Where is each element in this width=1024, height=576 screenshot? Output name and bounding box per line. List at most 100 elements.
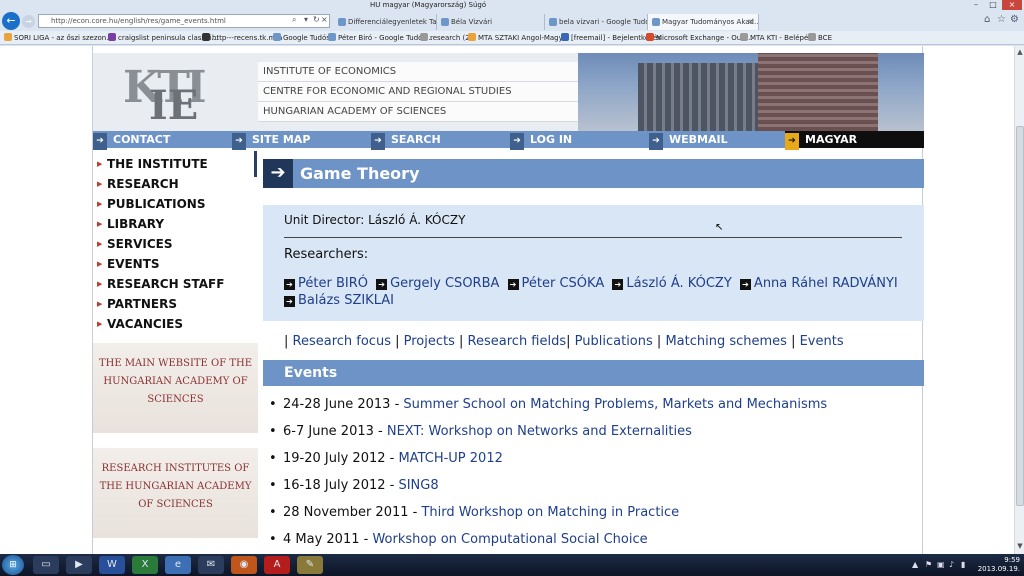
back-button[interactable]: ←	[2, 12, 20, 30]
sidebar-item-library[interactable]: ▶ LIBRARY	[93, 214, 258, 234]
mail-icon[interactable]: ✉	[198, 556, 224, 574]
list-item: • 6-7 June 2013 - NEXT: Workshop on Netwo…	[267, 423, 917, 450]
event-link[interactable]: SING8	[398, 478, 438, 493]
network-icon[interactable]: ▣	[937, 560, 945, 569]
firefox-icon[interactable]: ◉	[231, 556, 257, 574]
site-container: KTI IE INSTITUTE OF ECONOMICS CENTRE FOR…	[92, 46, 924, 554]
sidebar-item-events[interactable]: ▶ EVENTS	[93, 254, 258, 274]
tab-magyar-tudomanyos[interactable]: Magyar Tudományos Akad... ×	[648, 14, 759, 30]
dropdown-icon[interactable]: ▾	[304, 15, 308, 24]
researcher-link[interactable]: Anna Ráhel RADVÁNYI	[754, 276, 898, 291]
scroll-down-icon[interactable]: ▼	[1015, 542, 1024, 550]
pdf-reader-icon[interactable]: A	[264, 556, 290, 574]
favorite-link[interactable]: SORI LIGA - az őszi szezon...	[4, 31, 113, 45]
event-link[interactable]: MATCH-UP 2012	[398, 451, 502, 466]
flag-icon[interactable]: ⚑	[925, 560, 932, 569]
promo-main-website[interactable]: THE MAIN WEBSITE OF THE HUNGARIAN ACADEM…	[93, 343, 258, 433]
bullet-icon: •	[269, 478, 277, 493]
researcher-link[interactable]: Gergely CSORBA	[390, 276, 499, 291]
bullet-icon: •	[269, 505, 277, 520]
clock-date: 2013.09.19.	[977, 565, 1020, 573]
internet-explorer-icon[interactable]: e	[165, 556, 191, 574]
favorite-link[interactable]: Google Tudós	[273, 31, 330, 45]
sidebar-item-vacancies[interactable]: ▶ VACANCIES	[93, 314, 258, 334]
favorite-link[interactable]: BCE	[808, 31, 832, 45]
arrow-right-icon: ➔	[232, 133, 246, 150]
staff-box: Unit Director: László Á. KÓCZY Researche…	[263, 205, 924, 321]
help-label[interactable]: Súgó	[469, 1, 487, 9]
sidebar-item-publications[interactable]: ▶ PUBLICATIONS	[93, 194, 258, 214]
arrow-right-icon: ➔	[284, 296, 295, 307]
favicon-icon	[108, 33, 116, 41]
nav-magyar[interactable]: ➔ MAGYAR	[785, 131, 924, 150]
promo-research-institutes[interactable]: RESEARCH INSTITUTES OF THE HUNGARIAN ACA…	[93, 448, 258, 538]
researcher-link[interactable]: Balázs SZIKLAI	[298, 293, 394, 308]
sidebar-item-partners[interactable]: ▶ PARTNERS	[93, 294, 258, 314]
scroll-up-icon[interactable]: ▲	[1015, 48, 1024, 56]
favorite-link[interactable]: MTA KTI - Belépés	[740, 31, 812, 45]
paint-icon[interactable]: ✎	[297, 556, 323, 574]
event-link[interactable]: Third Workshop on Matching in Practice	[421, 505, 679, 520]
bullet-icon: ▶	[97, 280, 103, 288]
word-icon[interactable]: W	[99, 556, 125, 574]
address-text: http://econ.core.hu/english/res/game_eve…	[51, 17, 226, 25]
power-icon[interactable]: ▮	[961, 560, 965, 569]
explorer-icon[interactable]: ▭	[33, 556, 59, 574]
favorite-link[interactable]: research (2)	[420, 31, 472, 45]
events-title: Events	[284, 365, 338, 381]
subnav-matching-schemes[interactable]: Matching schemes	[665, 334, 787, 349]
start-button[interactable]: ⊞	[2, 555, 24, 575]
favorite-link[interactable]: http---recens.tk.mta	[202, 31, 282, 45]
event-link[interactable]: Summer School on Matching Problems, Mark…	[403, 397, 827, 412]
tab-differencialegyenletek[interactable]: Differenciálegyenletek Tanszék	[334, 14, 437, 30]
list-item: • 19-20 July 2012 - MATCH-UP 2012	[267, 450, 917, 477]
favorite-link[interactable]: Péter Biró - Google Tudós...	[328, 31, 433, 45]
researcher-link[interactable]: Péter CSÓKA	[522, 276, 605, 291]
subnav-events[interactable]: Events	[800, 334, 844, 349]
nav-log-in[interactable]: ➔ LOG IN	[510, 131, 572, 150]
maximize-icon[interactable]: □	[985, 0, 1001, 10]
excel-icon[interactable]: X	[132, 556, 158, 574]
search-icon[interactable]: ⌕	[292, 15, 296, 25]
researcher-link[interactable]: László Á. KÓCZY	[626, 276, 731, 291]
sidebar-item-research[interactable]: ▶ RESEARCH	[93, 174, 258, 194]
clock[interactable]: 9:59 2013.09.19.	[978, 556, 1020, 574]
favorite-link[interactable]: MTA SZTAKI Angol-Magy...	[468, 31, 568, 45]
nav-webmail[interactable]: ➔ WEBMAIL	[649, 131, 728, 150]
subnav-research-focus[interactable]: Research focus	[293, 334, 391, 349]
scroll-thumb[interactable]	[1016, 126, 1024, 506]
tab-bela-vizvari[interactable]: Béla Vizvári	[437, 14, 545, 30]
bullet-icon: ▶	[97, 220, 103, 228]
director-name: László Á. KÓCZY	[368, 213, 466, 227]
close-window-icon[interactable]: ×	[1002, 0, 1022, 10]
media-player-icon[interactable]: ▶	[66, 556, 92, 574]
sidebar-item-research-staff[interactable]: ▶ RESEARCH STAFF	[93, 274, 258, 294]
subnav-publications[interactable]: Publications	[575, 334, 653, 349]
nav-search[interactable]: ➔ SEARCH	[371, 131, 441, 150]
tab-google-tudos[interactable]: bela vizvari - Google Tudós	[545, 14, 648, 30]
nav-contact[interactable]: ➔ CONTACT	[93, 131, 170, 150]
minimize-icon[interactable]: –	[968, 0, 984, 10]
close-tab-icon[interactable]: ×	[747, 14, 754, 30]
bullet-icon: •	[269, 532, 277, 547]
refresh-icon[interactable]: ↻	[313, 15, 320, 24]
event-link[interactable]: Workshop on Computational Social Choice	[372, 532, 647, 547]
nav-site-map[interactable]: ➔ SITE MAP	[232, 131, 310, 150]
researcher-link[interactable]: Péter BIRÓ	[298, 276, 368, 291]
favorite-link[interactable]: Microsoft Exchange - Outl...	[646, 31, 753, 45]
subnav-research-fields[interactable]: Research fields	[468, 334, 567, 349]
event-link[interactable]: NEXT: Workshop on Networks and Externali…	[387, 424, 692, 439]
subnav-projects[interactable]: Projects	[404, 334, 455, 349]
vertical-scrollbar[interactable]: ▲ ▼	[1014, 46, 1024, 554]
sidebar-item-services[interactable]: ▶ SERVICES	[93, 234, 258, 254]
address-bar[interactable]: http://econ.core.hu/english/res/game_eve…	[38, 14, 330, 28]
forward-button[interactable]: →	[22, 15, 35, 28]
tray-arrow-icon[interactable]: ▲	[912, 560, 918, 569]
volume-icon[interactable]: ♪	[949, 560, 954, 569]
tools-gear-icon[interactable]: ⚙	[1010, 14, 1019, 25]
favorites-star-icon[interactable]: ☆	[997, 14, 1006, 25]
list-item: • 28 November 2011 - Third Workshop on Ma…	[267, 504, 917, 531]
home-icon[interactable]: ⌂	[984, 14, 990, 25]
stop-icon[interactable]: ×	[321, 15, 328, 24]
sidebar-item-the-institute[interactable]: ▶ THE INSTITUTE	[93, 154, 258, 174]
